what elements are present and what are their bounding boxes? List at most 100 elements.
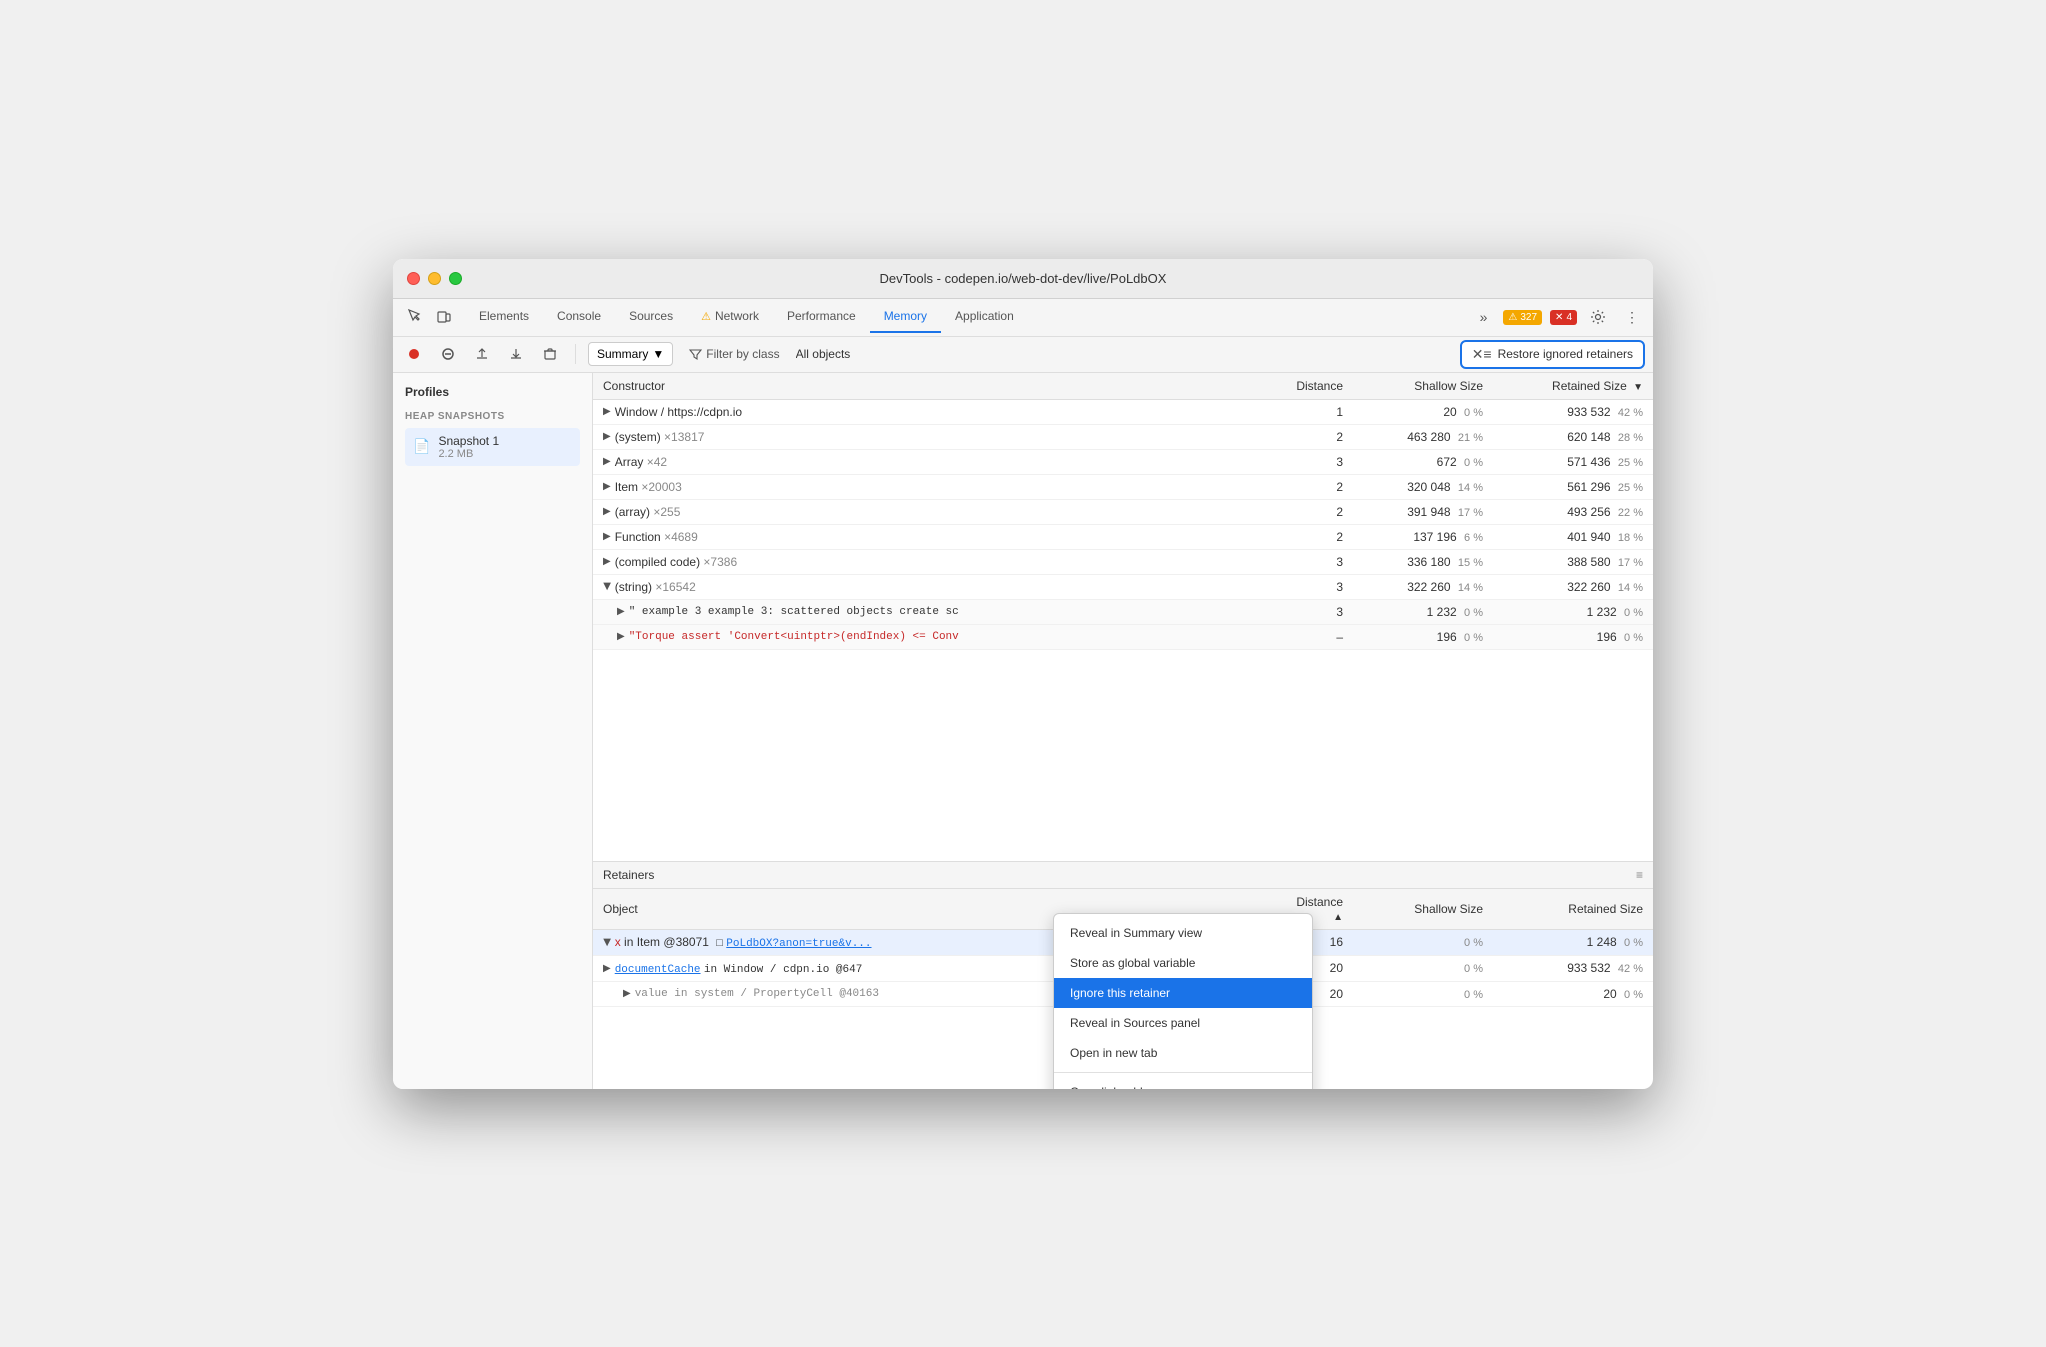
- context-menu-open-tab[interactable]: Open in new tab: [1054, 1038, 1312, 1068]
- distance-header[interactable]: Distance: [1273, 373, 1353, 400]
- expand-icon[interactable]: ▶: [623, 988, 631, 999]
- shallow-cell: 1 232 0 %: [1353, 599, 1493, 624]
- tab-network[interactable]: ⚠ Network: [687, 301, 773, 333]
- filter-button[interactable]: Filter by class: [681, 343, 787, 365]
- retainer-object: documentCache in Window / cdpn.io @647: [615, 961, 863, 976]
- retained-cell: 933 532 42 %: [1493, 399, 1653, 424]
- snapshot-size: 2.2 MB: [438, 448, 499, 460]
- constructor-name: (string) ×16542: [615, 580, 696, 594]
- retained-cell: 571 436 25 %: [1493, 449, 1653, 474]
- title-bar: DevTools - codepen.io/web-dot-dev/live/P…: [393, 259, 1653, 299]
- expand-icon[interactable]: ▶: [603, 481, 611, 492]
- dropdown-arrow-icon: ▼: [652, 347, 664, 361]
- tab-memory[interactable]: Memory: [870, 301, 941, 333]
- minimize-button[interactable]: [428, 272, 441, 285]
- main-panel: Constructor Distance Shallow Size Retain…: [593, 373, 1653, 1089]
- tab-performance[interactable]: Performance: [773, 301, 870, 333]
- constructor-header[interactable]: Constructor: [593, 373, 1273, 400]
- table-row[interactable]: ▶(compiled code) ×7386 3 336 180 15 % 38…: [593, 549, 1653, 574]
- restore-icon: ✕≡: [1472, 346, 1492, 363]
- expand-icon[interactable]: ▶: [603, 456, 611, 467]
- context-menu-copy-link[interactable]: Copy link address: [1054, 1077, 1312, 1089]
- retained-header[interactable]: Retained Size ▼: [1493, 373, 1653, 400]
- frame-icon: □: [716, 937, 723, 949]
- summary-label: Summary: [597, 347, 648, 361]
- maximize-button[interactable]: [449, 272, 462, 285]
- warning-icon: ⚠: [1508, 312, 1517, 323]
- table-row[interactable]: ▶" example 3 example 3: scattered object…: [593, 599, 1653, 624]
- table-row[interactable]: ▶(string) ×16542 3 322 260 14 % 322 260 …: [593, 574, 1653, 599]
- expand-icon[interactable]: ▶: [617, 606, 625, 617]
- restore-button[interactable]: ✕≡ Restore ignored retainers: [1460, 340, 1645, 369]
- devtools-window: DevTools - codepen.io/web-dot-dev/live/P…: [393, 259, 1653, 1089]
- expand-icon[interactable]: ▶: [617, 631, 625, 642]
- toolbar-divider: [575, 344, 576, 364]
- distance-sort-icon: ▲: [1333, 912, 1343, 923]
- distance-cell: 3: [1273, 574, 1353, 599]
- error-icon: ✕: [1555, 312, 1563, 323]
- context-menu-store-global[interactable]: Store as global variable: [1054, 948, 1312, 978]
- context-menu-reveal-sources[interactable]: Reveal in Sources panel: [1054, 1008, 1312, 1038]
- table-row[interactable]: ▶Item ×20003 2 320 048 14 % 561 296 25 %: [593, 474, 1653, 499]
- expand-icon[interactable]: ▶: [603, 556, 611, 567]
- network-warning-icon: ⚠: [701, 310, 711, 323]
- shallow-header[interactable]: Shallow Size: [1353, 373, 1493, 400]
- heap-snapshots-label: HEAP SNAPSHOTS: [405, 411, 580, 422]
- snapshot-item[interactable]: 📄 Snapshot 1 2.2 MB: [405, 428, 580, 466]
- clear-icon[interactable]: [537, 341, 563, 367]
- tab-sources[interactable]: Sources: [615, 301, 687, 333]
- ret-retained-header[interactable]: Retained Size: [1493, 889, 1653, 930]
- distance-cell: 2: [1273, 524, 1353, 549]
- summary-dropdown[interactable]: Summary ▼: [588, 342, 673, 366]
- table-row[interactable]: ▶Function ×4689 2 137 196 6 % 401 940 18…: [593, 524, 1653, 549]
- expand-icon[interactable]: ▶: [603, 963, 611, 974]
- window-title: DevTools - codepen.io/web-dot-dev/live/P…: [880, 271, 1167, 286]
- distance-cell: 2: [1273, 474, 1353, 499]
- table-row[interactable]: ▶(system) ×13817 2 463 280 21 % 620 148 …: [593, 424, 1653, 449]
- more-tabs-button[interactable]: »: [1472, 305, 1496, 329]
- expand-icon[interactable]: ▶: [603, 506, 611, 517]
- stop-button[interactable]: [435, 341, 461, 367]
- download-icon[interactable]: [503, 341, 529, 367]
- expand-icon[interactable]: ▶: [601, 583, 612, 591]
- filter-input[interactable]: [796, 347, 1452, 361]
- table-row[interactable]: ▶Window / https://cdpn.io 1 20 0 % 933 5…: [593, 399, 1653, 424]
- retainer-link[interactable]: documentCache: [615, 964, 701, 976]
- retainer-object: x in Item @38071 □ PoLdbOX?anon=true&v..…: [615, 935, 872, 950]
- sidebar-title: Profiles: [405, 385, 580, 399]
- table-row[interactable]: ▶(array) ×255 2 391 948 17 % 493 256 22 …: [593, 499, 1653, 524]
- constructor-table-area[interactable]: Constructor Distance Shallow Size Retain…: [593, 373, 1653, 861]
- table-row[interactable]: ▶"Torque assert 'Convert<uintptr>(endInd…: [593, 624, 1653, 649]
- tab-console[interactable]: Console: [543, 301, 615, 333]
- tab-elements[interactable]: Elements: [465, 301, 543, 333]
- distance-cell: 2: [1273, 499, 1353, 524]
- shallow-cell: 320 048 14 %: [1353, 474, 1493, 499]
- retainers-scroll-icon: ≡: [1636, 868, 1643, 882]
- expand-icon[interactable]: ▶: [603, 431, 611, 442]
- expand-icon[interactable]: ▶: [603, 406, 611, 417]
- traffic-lights: [407, 272, 462, 285]
- ret-shallow-cell: 0 %: [1353, 955, 1493, 981]
- device-toggle-icon[interactable]: [431, 304, 457, 330]
- retainer-link[interactable]: PoLdbOX?anon=true&v...: [726, 938, 871, 950]
- context-menu-reveal-summary[interactable]: Reveal in Summary view: [1054, 918, 1312, 948]
- retainer-object: value in system / PropertyCell @40163: [635, 988, 879, 1000]
- record-button[interactable]: [401, 341, 427, 367]
- close-button[interactable]: [407, 272, 420, 285]
- tab-application[interactable]: Application: [941, 301, 1028, 333]
- expand-icon[interactable]: ▶: [603, 531, 611, 542]
- ret-retained-cell: 933 532 42 %: [1493, 955, 1653, 981]
- settings-icon[interactable]: [1585, 304, 1611, 330]
- expand-icon[interactable]: ▶: [601, 938, 612, 946]
- upload-icon[interactable]: [469, 341, 495, 367]
- more-options-icon[interactable]: ⋮: [1619, 304, 1645, 330]
- ret-shallow-header[interactable]: Shallow Size: [1353, 889, 1493, 930]
- inspect-icon[interactable]: [401, 304, 427, 330]
- sidebar: Profiles HEAP SNAPSHOTS 📄 Snapshot 1 2.2…: [393, 373, 593, 1089]
- shallow-cell: 336 180 15 %: [1353, 549, 1493, 574]
- ret-retained-cell: 1 248 0 %: [1493, 929, 1653, 955]
- constructor-name: Item ×20003: [615, 480, 682, 494]
- snapshot-info: Snapshot 1 2.2 MB: [438, 434, 499, 460]
- table-row[interactable]: ▶Array ×42 3 672 0 % 571 436 25 %: [593, 449, 1653, 474]
- context-menu-ignore-retainer[interactable]: Ignore this retainer: [1054, 978, 1312, 1008]
